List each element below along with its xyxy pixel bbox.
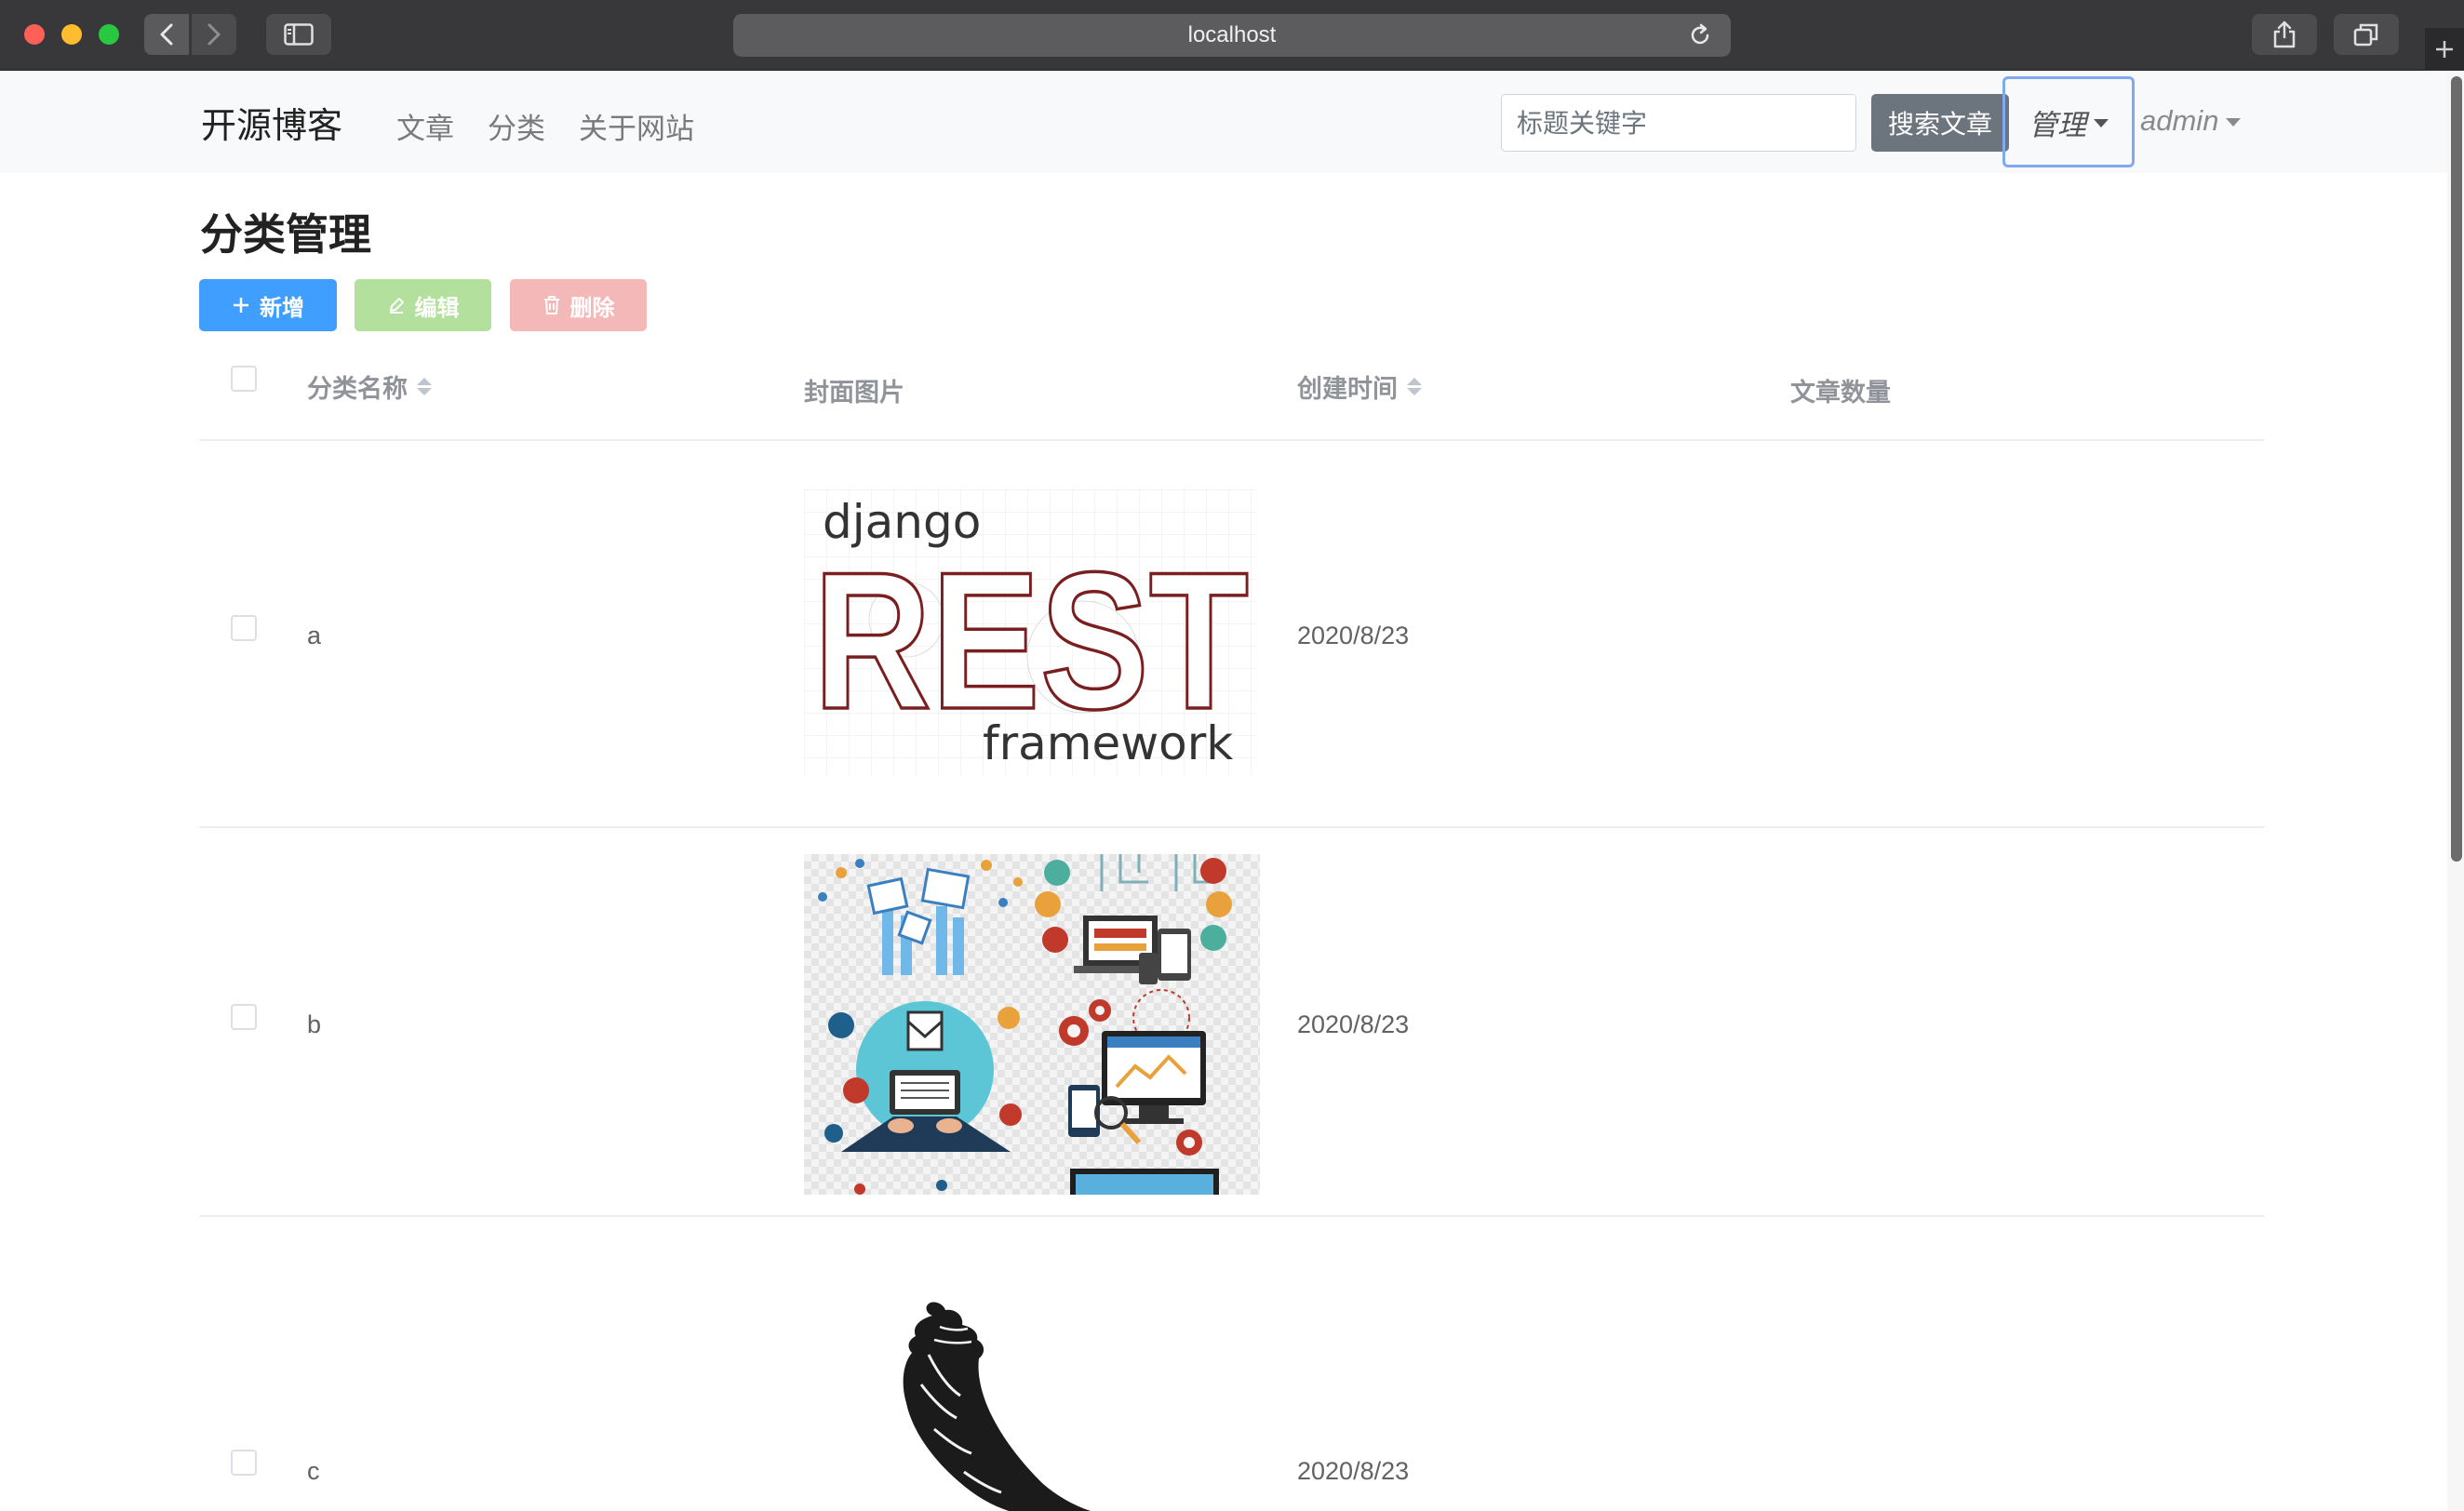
user-dropdown-label: admin [2140,104,2219,137]
scrollbar-thumb[interactable] [2451,76,2462,862]
delete-button-label: 删除 [569,295,615,321]
row-divider [199,826,2265,828]
forward-button[interactable] [192,14,236,55]
table-header-divider [199,439,2265,441]
add-button[interactable]: 新增 [199,279,337,331]
browser-toolbar: localhost [0,0,2464,71]
share-icon [2273,20,2296,48]
nav-link-about[interactable]: 关于网站 [579,105,694,147]
created-date: 2020/8/23 [1297,1457,1410,1485]
search-input[interactable] [1501,94,1856,152]
address-bar[interactable]: localhost [733,14,1731,57]
chevron-left-icon [160,23,173,46]
created-date: 2020/8/23 [1297,1010,1410,1038]
manage-dropdown-label: 管理 [2029,108,2086,142]
site-navbar: 开源博客 文章 分类 关于网站 搜索文章 管理 admin [0,71,2447,173]
column-header-name-label: 分类名称 [307,375,408,404]
manage-dropdown[interactable]: 管理 [2002,76,2135,167]
new-tab-button[interactable] [2425,28,2464,71]
category-name: b [307,1010,322,1038]
sidebar-icon [284,23,314,46]
site-brand[interactable]: 开源博客 [201,97,342,148]
page-title: 分类管理 [200,209,371,260]
row-checkbox[interactable] [231,615,257,641]
column-header-count: 文章数量 [1790,372,1891,408]
url-text: localhost [1187,22,1277,47]
plus-icon [234,298,248,313]
cover-image-web-illustration [804,854,1260,1195]
nav-link-articles[interactable]: 文章 [396,105,454,147]
cover-image-flask-horn [875,1299,1154,1511]
user-dropdown[interactable]: admin [2140,104,2242,138]
column-header-created-label: 创建时间 [1297,375,1398,404]
cover-text-framework: framework [983,716,1233,770]
sort-icon[interactable] [417,378,432,395]
category-name: c [307,1457,320,1485]
row-checkbox[interactable] [231,1450,257,1476]
column-header-count-label: 文章数量 [1790,379,1891,408]
caret-down-icon [2226,117,2242,127]
row-checkbox[interactable] [231,1004,257,1030]
tabs-icon [2353,23,2378,47]
add-button-label: 新增 [260,295,304,321]
sort-icon[interactable] [1407,378,1422,395]
edit-icon [389,298,404,314]
nav-link-categories[interactable]: 分类 [488,105,545,147]
edit-button[interactable]: 编辑 [355,279,491,331]
search-button[interactable]: 搜索文章 [1871,94,2009,152]
column-header-cover-label: 封面图片 [804,379,904,408]
trash-icon [543,296,559,314]
zoom-window-button[interactable] [99,24,119,45]
plus-icon [2436,41,2453,58]
created-date: 2020/8/23 [1297,622,1410,649]
chevron-right-icon [208,23,221,46]
delete-button[interactable]: 删除 [510,279,647,331]
close-window-button[interactable] [24,24,45,45]
back-button[interactable] [144,14,189,55]
share-button[interactable] [2252,14,2317,55]
column-header-created[interactable]: 创建时间 [1297,368,1422,405]
minimize-window-button[interactable] [61,24,82,45]
tab-overview-button[interactable] [2334,14,2399,55]
column-header-name[interactable]: 分类名称 [307,368,432,405]
row-divider [199,1215,2265,1217]
category-name: a [307,622,322,649]
cover-image-drf: django REST framework [804,489,1258,776]
caret-down-icon [2094,118,2109,127]
column-header-cover: 封面图片 [804,372,904,408]
edit-button-label: 编辑 [414,295,460,321]
reload-icon[interactable] [1686,21,1714,49]
select-all-checkbox[interactable] [231,366,257,392]
sidebar-toggle-button[interactable] [266,14,331,55]
